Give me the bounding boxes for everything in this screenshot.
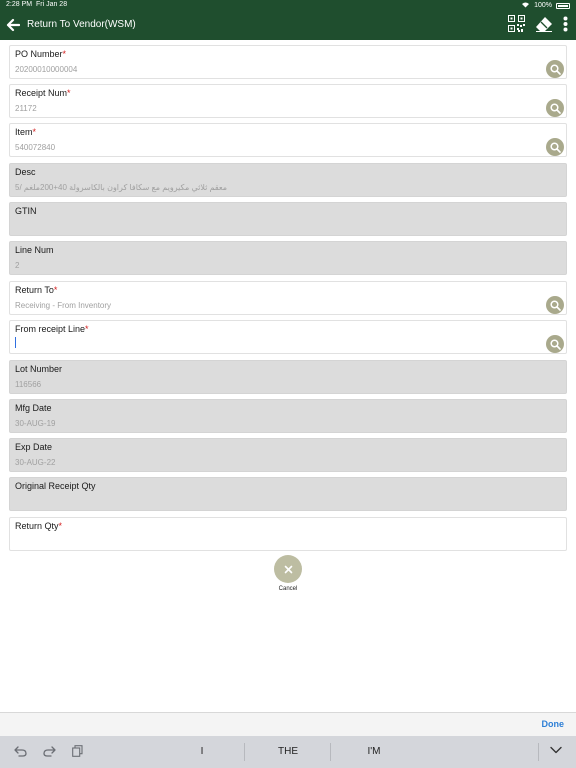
po-number-field[interactable]: PO Number* 20200010000004 xyxy=(9,45,567,79)
cancel-button[interactable] xyxy=(274,555,302,583)
back-button[interactable] xyxy=(3,14,23,36)
required-marker: * xyxy=(32,127,37,137)
line-num-label: Line Num xyxy=(15,245,54,255)
return-qty-label: Return Qty xyxy=(15,521,59,531)
item-field[interactable]: Item* 540072840 xyxy=(9,123,567,157)
from-receipt-line-label: From receipt Line xyxy=(15,324,86,334)
keyboard-accessory-bar: Done xyxy=(0,712,576,736)
from-receipt-line-field[interactable]: From receipt Line* xyxy=(9,320,567,354)
page-title: Return To Vendor(WSM) xyxy=(27,19,136,30)
close-icon xyxy=(284,565,292,573)
desc-label: Desc xyxy=(15,167,36,177)
po-number-label: PO Number xyxy=(15,49,63,59)
line-num-field: Line Num 2 xyxy=(9,241,567,275)
status-time: 2:28 PM xyxy=(6,1,33,8)
gtin-field: GTIN xyxy=(9,202,567,236)
mfg-date-label: Mfg Date xyxy=(15,403,52,413)
lot-number-value: 116566 xyxy=(15,380,42,389)
suggestion-divider xyxy=(538,743,539,761)
required-marker: * xyxy=(62,49,67,59)
chevron-down-icon xyxy=(550,746,562,754)
cancel-action[interactable]: Cancel xyxy=(272,555,304,592)
return-to-value: Receiving - From Inventory xyxy=(15,301,112,310)
receipt-num-value: 21172 xyxy=(15,104,37,113)
original-receipt-qty-label: Original Receipt Qty xyxy=(15,481,96,491)
search-icon xyxy=(549,299,561,311)
required-marker: * xyxy=(67,88,71,98)
item-search-button[interactable] xyxy=(546,138,564,156)
eraser-icon xyxy=(536,16,552,32)
clear-button[interactable] xyxy=(535,16,553,32)
from-receipt-line-search-button[interactable] xyxy=(546,335,564,353)
receipt-num-label: Receipt Num xyxy=(15,88,68,98)
mfg-date-field: Mfg Date 30-AUG-19 xyxy=(9,399,567,433)
search-icon xyxy=(549,141,561,153)
qr-scan-button[interactable] xyxy=(508,15,525,32)
qr-code-icon xyxy=(508,15,525,32)
exp-date-value: 30-AUG-22 xyxy=(15,458,56,467)
original-receipt-qty-field: Original Receipt Qty xyxy=(9,477,567,511)
suggestion-3[interactable]: I'M xyxy=(344,746,404,757)
battery-percent: 100% xyxy=(534,2,552,9)
exp-date-label: Exp Date xyxy=(15,442,53,452)
return-to-search-button[interactable] xyxy=(546,296,564,314)
search-icon xyxy=(549,63,561,75)
desc-field: Desc معقم ثلاثي مكيرويم مع سكافا كراون ب… xyxy=(9,163,567,197)
required-marker: * xyxy=(85,324,89,334)
keyboard-suggestion-bar: I THE I'M xyxy=(0,736,576,768)
item-value: 540072840 xyxy=(15,143,56,152)
receipt-num-search-button[interactable] xyxy=(546,99,564,117)
more-vertical-icon xyxy=(563,16,568,31)
redo-button[interactable] xyxy=(43,745,56,757)
item-label: Item xyxy=(15,127,33,137)
receipt-num-field[interactable]: Receipt Num* 21172 xyxy=(9,84,567,118)
exp-date-field: Exp Date 30-AUG-22 xyxy=(9,438,567,472)
required-marker: * xyxy=(53,285,58,295)
paste-button[interactable] xyxy=(72,745,83,757)
return-to-label: Return To xyxy=(15,285,54,295)
suggestion-divider xyxy=(330,743,331,761)
status-bar: 2:28 PM Fri Jan 28 100% xyxy=(0,0,576,10)
po-number-search-button[interactable] xyxy=(546,60,564,78)
back-arrow-icon xyxy=(6,18,20,32)
return-to-field[interactable]: Return To* Receiving - From Inventory xyxy=(9,281,567,315)
navigation-bar: Return To Vendor(WSM) xyxy=(0,10,576,40)
more-button[interactable] xyxy=(563,16,568,32)
battery-icon xyxy=(556,2,570,9)
undo-icon xyxy=(14,745,27,757)
gtin-label: GTIN xyxy=(15,206,37,216)
line-num-value: 2 xyxy=(15,261,20,270)
suggestion-1[interactable]: I xyxy=(172,746,232,757)
undo-button[interactable] xyxy=(14,745,27,757)
lot-number-field: Lot Number 116566 xyxy=(9,360,567,394)
done-button[interactable]: Done xyxy=(542,719,565,729)
wifi-icon xyxy=(521,1,530,10)
desc-value: معقم ثلاثي مكيرويم مع سكافا كراون بالكاس… xyxy=(15,183,228,192)
text-cursor xyxy=(15,337,16,348)
hide-keyboard-button[interactable] xyxy=(550,746,562,754)
top-bar: 2:28 PM Fri Jan 28 100% Return To Vendor… xyxy=(0,0,576,40)
search-icon xyxy=(549,102,561,114)
suggestion-divider xyxy=(244,743,245,761)
clipboard-icon xyxy=(72,745,83,757)
required-marker: * xyxy=(58,521,63,531)
po-number-value: 20200010000004 xyxy=(15,65,78,74)
suggestion-2[interactable]: THE xyxy=(258,746,318,757)
mfg-date-value: 30-AUG-19 xyxy=(15,419,56,428)
cancel-label: Cancel xyxy=(278,586,298,592)
return-form: PO Number* 20200010000004 Receipt Num* 2… xyxy=(0,40,576,712)
return-qty-field[interactable]: Return Qty* xyxy=(9,517,567,551)
search-icon xyxy=(549,338,561,350)
status-date: Fri Jan 28 xyxy=(35,1,68,8)
lot-number-label: Lot Number xyxy=(15,364,63,374)
redo-icon xyxy=(43,745,56,757)
